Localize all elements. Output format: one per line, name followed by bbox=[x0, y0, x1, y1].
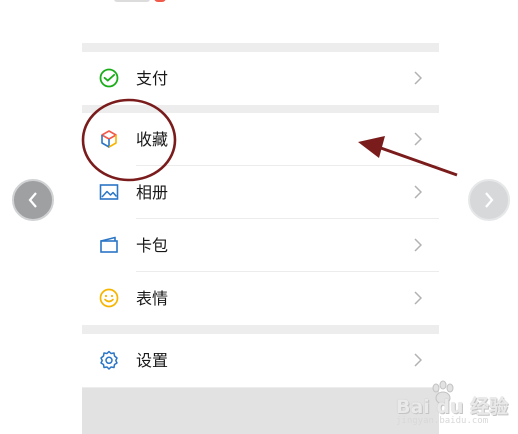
bottom-area bbox=[82, 388, 439, 434]
menu-item-pay[interactable]: 支付 bbox=[82, 52, 439, 105]
smiley-icon bbox=[98, 287, 120, 309]
menu-item-album[interactable]: 相册 bbox=[82, 166, 439, 219]
gear-icon bbox=[98, 349, 120, 371]
image-icon bbox=[98, 181, 120, 203]
chevron-right-icon bbox=[414, 185, 422, 199]
watermark-text: Bai du 经验 bbox=[396, 396, 509, 418]
red-dot-badge bbox=[154, 0, 166, 2]
previous-image-button[interactable] bbox=[12, 179, 54, 221]
menu-item-cards[interactable]: 卡包 bbox=[82, 219, 439, 272]
wallet-card-icon bbox=[98, 234, 120, 256]
chevron-right-icon bbox=[485, 192, 494, 208]
chevron-right-icon bbox=[414, 132, 422, 146]
menu-item-settings[interactable]: 设置 bbox=[82, 334, 439, 387]
cube-icon bbox=[98, 128, 120, 150]
chevron-right-icon bbox=[414, 238, 422, 252]
pay-check-icon bbox=[98, 67, 120, 89]
chevron-right-icon bbox=[414, 353, 422, 367]
menu-item-label: 收藏 bbox=[136, 130, 169, 149]
menu-item-label: 支付 bbox=[136, 69, 169, 88]
chevron-right-icon bbox=[414, 71, 422, 85]
next-image-button[interactable] bbox=[468, 179, 510, 221]
profile-card-partial[interactable] bbox=[82, 0, 439, 43]
features-card: 收藏 相册 卡包 表情 bbox=[82, 113, 439, 325]
profile-text-partial bbox=[114, 0, 150, 2]
watermark-subtext: jingyan.baidu.com bbox=[396, 416, 489, 426]
menu-item-stickers[interactable]: 表情 bbox=[82, 272, 439, 325]
pay-card: 支付 bbox=[82, 52, 439, 105]
chevron-right-icon bbox=[414, 291, 422, 305]
menu-item-favorites[interactable]: 收藏 bbox=[82, 113, 439, 166]
settings-card: 设置 bbox=[82, 334, 439, 387]
menu-item-label: 表情 bbox=[136, 289, 169, 308]
menu-item-label: 设置 bbox=[136, 351, 169, 370]
wechat-me-screen: 支付 收藏 相册 卡包 表情 设置 bbox=[82, 0, 439, 434]
baidu-watermark: Bai du 经验 jingyan.baidu.com bbox=[396, 380, 514, 426]
menu-item-label: 卡包 bbox=[136, 236, 169, 255]
chevron-left-icon bbox=[28, 192, 37, 208]
menu-item-label: 相册 bbox=[136, 183, 169, 202]
